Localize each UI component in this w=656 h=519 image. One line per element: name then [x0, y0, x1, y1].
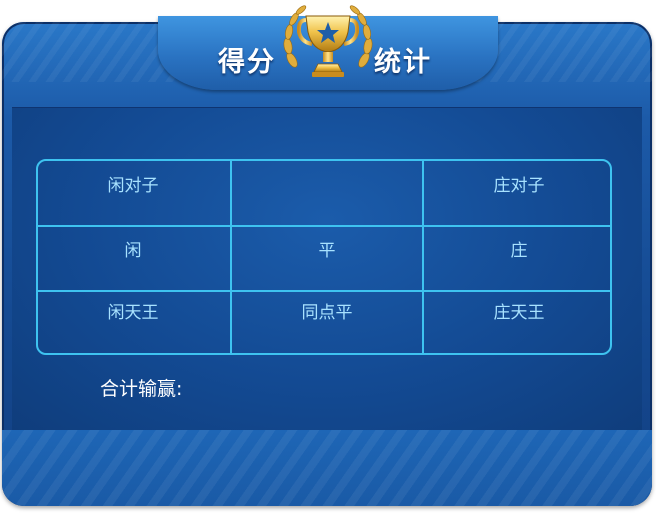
stats-grid: 闲对子 庄对子 闲 平 庄 闲天王 同点平 庄天王 — [36, 159, 612, 355]
laurel-right-icon — [349, 5, 373, 68]
grid-hline-top-center — [232, 225, 422, 227]
cell-player: 闲 — [124, 241, 142, 261]
cell-tie: 平 — [318, 241, 336, 261]
grid-hline-top-right — [422, 225, 610, 227]
cell-banker: 庄 — [510, 241, 528, 261]
cell-same-point-tie: 同点平 — [301, 303, 353, 323]
laurel-left-icon — [283, 5, 307, 68]
grid-hline-middle — [38, 290, 610, 292]
cell-player-natural: 闲天王 — [107, 303, 159, 323]
grid-hline-top-left — [38, 225, 230, 227]
cell-banker-natural: 庄天王 — [493, 303, 545, 323]
title-right-text: 统计 — [374, 47, 432, 78]
footer-band — [2, 430, 652, 506]
trophy-icon — [283, 5, 373, 77]
title-left-text: 得分 — [218, 47, 276, 78]
cell-player-pair: 闲对子 — [107, 176, 159, 196]
total-win-loss-label: 合计输赢: — [100, 378, 183, 400]
cell-banker-pair: 庄对子 — [493, 176, 545, 196]
